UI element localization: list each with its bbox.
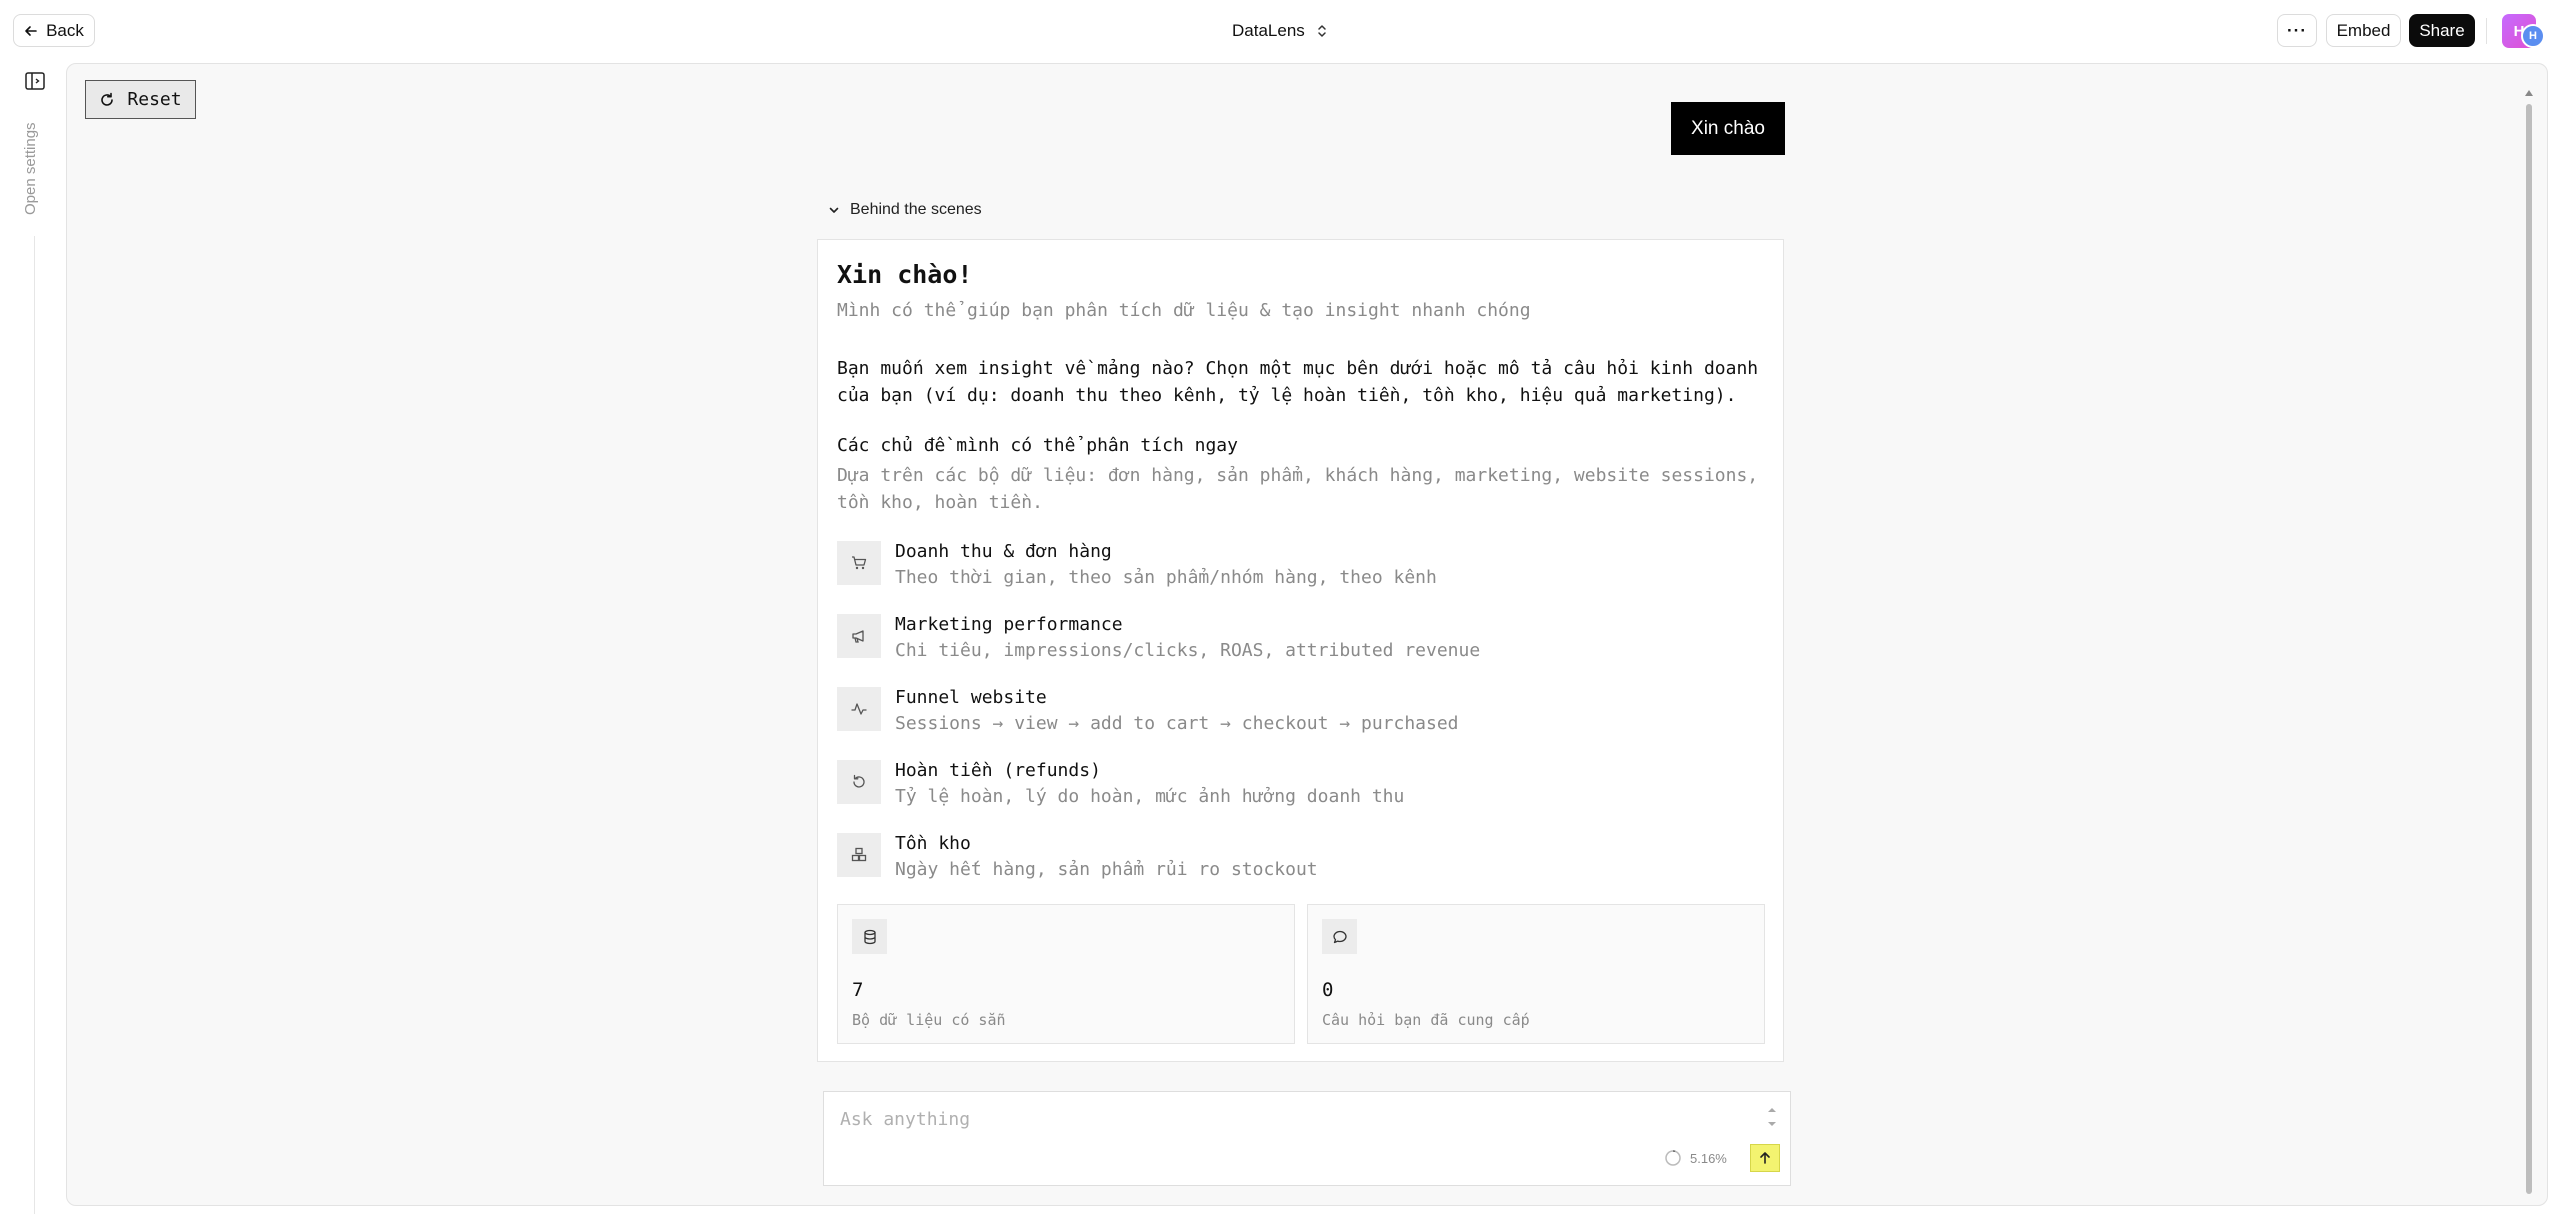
scrollbar-thumb[interactable] [2526,104,2532,1194]
share-label: Share [2419,20,2465,40]
response-prompt: Bạn muốn xem insight về mảng nào? Chọn m… [837,358,1759,406]
assistant-response-card: Xin chào! Mình có thể giúp bạn phân tích… [817,239,1784,1062]
topic-title: Marketing performance [895,614,1123,635]
topic-desc: Chi tiêu, impressions/clicks, ROAS, attr… [895,640,1481,661]
open-settings-label[interactable]: Open settings [22,122,39,215]
send-button[interactable] [1750,1144,1780,1172]
top-bar: Back DataLens ··· Embed Share H H [0,0,2560,62]
response-title: Xin chào! [837,260,973,289]
activity-icon [837,687,881,731]
topic-desc: Tỷ lệ hoàn, lý do hoàn, mức ảnh hưởng do… [895,786,1405,807]
embed-label: Embed [2336,20,2391,40]
cart-icon [837,541,881,585]
topic-desc: Ngày hết hàng, sản phẩm rủi ro stockout [895,859,1318,880]
avatar[interactable]: H H [2502,14,2546,48]
topic-desc: Sessions → view → add to cart → checkout… [895,713,1459,734]
rail-divider [34,236,35,1214]
context-usage: 5.16% [1664,1149,1727,1167]
topic-desc: Theo thời gian, theo sản phẩm/nhóm hàng,… [895,567,1437,588]
database-icon [852,919,887,954]
topic-item-revenue[interactable]: Doanh thu & đơn hàng Theo thời gian, the… [837,541,1737,588]
topic-title: Funnel website [895,687,1047,708]
more-options-button[interactable]: ··· [2277,14,2317,47]
sidebar-panel-icon[interactable] [24,70,46,92]
context-usage-value: 5.16% [1690,1150,1727,1166]
scrollbar[interactable] [2524,90,2534,1205]
topic-title: Hoàn tiền (refunds) [895,760,1101,781]
reset-label: Reset [127,89,182,110]
app-title: DataLens [1232,21,1305,40]
chat-composer[interactable]: Ask anything 5.16% [823,1091,1791,1186]
stat-value: 0 [1322,979,1334,1001]
undo-icon [837,760,881,804]
resize-stepper-icon[interactable] [1766,1104,1778,1130]
topic-item-inventory[interactable]: Tồn kho Ngày hết hàng, sản phẩm rủi ro s… [837,833,1737,880]
user-message-bubble: Xin chào [1671,102,1785,155]
back-button[interactable]: Back [13,14,95,47]
progress-ring-icon [1665,1150,1681,1166]
chevron-down-icon [829,207,839,213]
behind-the-scenes-label: Behind the scenes [850,201,982,218]
more-icon: ··· [2287,20,2307,40]
chevron-updown-icon [1318,25,1326,37]
ask-input-placeholder[interactable]: Ask anything [840,1109,970,1130]
boxes-icon [837,833,881,877]
avatar-badge: H [2521,24,2545,48]
user-message-text: Xin chào [1691,117,1765,139]
scroll-up-arrow[interactable] [2525,90,2533,96]
stat-value: 7 [852,979,864,1001]
chat-bubble-icon [1322,919,1357,954]
topic-title: Tồn kho [895,833,971,854]
topic-title: Doanh thu & đơn hàng [895,541,1112,562]
stat-label: Bộ dữ liệu có sẵn [852,1011,1006,1029]
topic-item-marketing[interactable]: Marketing performance Chi tiêu, impressi… [837,614,1737,661]
toolbar-divider [2486,18,2487,44]
stat-card-datasets: 7 Bộ dữ liệu có sẵn [837,904,1295,1044]
megaphone-icon [837,614,881,658]
behind-the-scenes-toggle[interactable]: Behind the scenes [828,201,982,219]
stat-card-questions: 0 Câu hỏi bạn đã cung cấp [1307,904,1765,1044]
back-label: Back [46,20,84,40]
refresh-icon [101,92,114,106]
app-switcher[interactable]: DataLens [1232,19,1327,43]
topics-title: Các chủ đề mình có thể phân tích ngay [837,435,1238,456]
share-button[interactable]: Share [2409,14,2475,47]
stat-label: Câu hỏi bạn đã cung cấp [1322,1011,1530,1029]
topics-subtitle: Dựa trên các bộ dữ liệu: đơn hàng, sản p… [837,465,1759,513]
topic-item-funnel[interactable]: Funnel website Sessions → view → add to … [837,687,1737,734]
arrow-left-icon [25,25,37,36]
arrow-up-icon [1760,1152,1770,1164]
reset-button[interactable]: Reset [85,80,196,119]
embed-button[interactable]: Embed [2326,14,2401,47]
response-subtitle: Mình có thể giúp bạn phân tích dữ liệu &… [837,300,1531,321]
topic-item-refunds[interactable]: Hoàn tiền (refunds) Tỷ lệ hoàn, lý do ho… [837,760,1737,807]
